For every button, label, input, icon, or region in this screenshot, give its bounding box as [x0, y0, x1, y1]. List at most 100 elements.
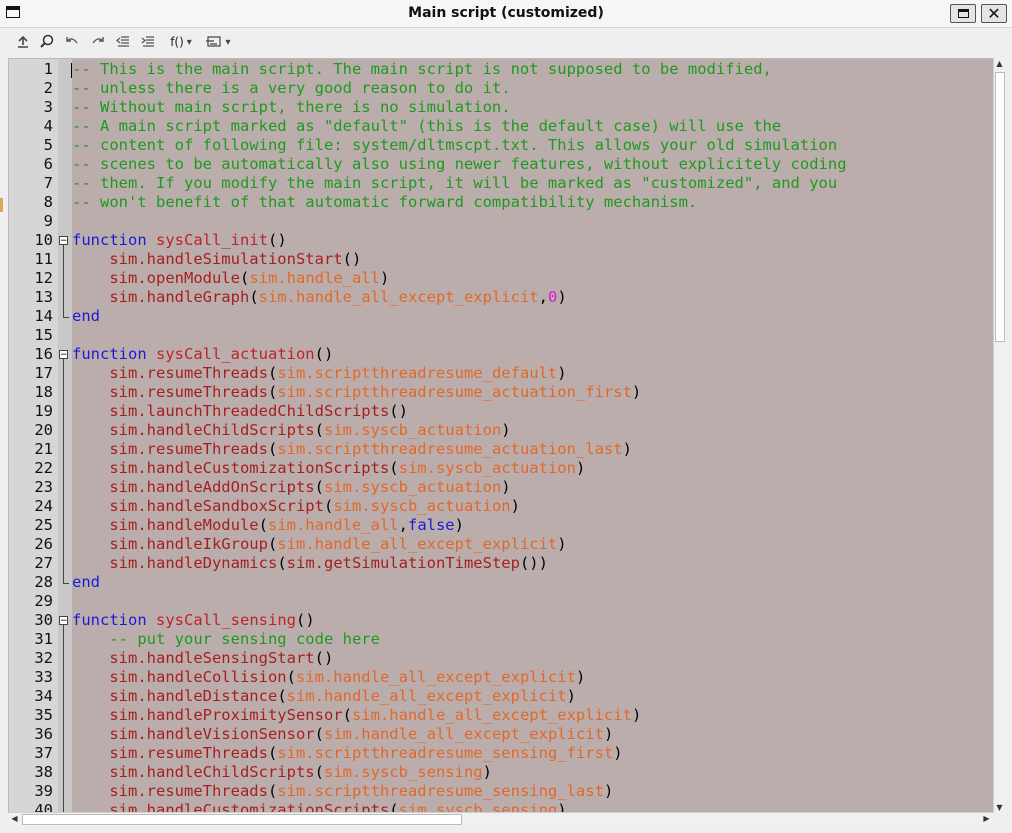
- code-line[interactable]: 32 sim.handleSensingStart(): [9, 649, 994, 668]
- code-line[interactable]: 6 -- scenes to be automatically also usin…: [9, 155, 994, 174]
- code-text: end: [72, 573, 100, 591]
- horizontal-scrollbar[interactable]: ◀ ▶: [8, 812, 993, 826]
- code-line[interactable]: 22 sim.handleCustomizationScripts(sim.sy…: [9, 459, 994, 478]
- code-line[interactable]: 7 -- them. If you modify the main script,…: [9, 174, 994, 193]
- code-line[interactable]: 19 sim.launchThreadedChildScripts(): [9, 402, 994, 421]
- code-line[interactable]: 33 sim.handleCollision(sim.handle_all_ex…: [9, 668, 994, 687]
- code-text: -- content of following file: system/dlt…: [72, 136, 838, 154]
- line-number: 27: [34, 554, 53, 572]
- line-number: 25: [34, 516, 53, 534]
- function-list-button[interactable]: f() ▾: [164, 33, 198, 51]
- vertical-scroll-thumb[interactable]: [995, 72, 1005, 342]
- editor-toolbar: f() ▾ ▾: [0, 28, 1012, 56]
- fold-toggle-icon[interactable]: −: [59, 616, 68, 626]
- line-number: 39: [34, 782, 53, 800]
- code-line[interactable]: 27 sim.handleDynamics(sim.getSimulationT…: [9, 554, 994, 573]
- scroll-down-icon[interactable]: ▼: [994, 803, 1005, 812]
- code-line[interactable]: 31 -- put your sensing code here: [9, 630, 994, 649]
- code-text: sim.resumeThreads(sim.scriptthreadresume…: [109, 383, 642, 401]
- line-number: 28: [34, 573, 53, 591]
- function-list-icon: f(): [170, 35, 184, 49]
- code-line[interactable]: 37 sim.resumeThreads(sim.scriptthreadres…: [9, 744, 994, 763]
- code-line[interactable]: 14 end: [9, 307, 994, 326]
- code-line[interactable]: 5 -- content of following file: system/dl…: [9, 136, 994, 155]
- code-line[interactable]: 28 end: [9, 573, 994, 592]
- code-line[interactable]: 35 sim.handleProximitySensor(sim.handle_…: [9, 706, 994, 725]
- code-line[interactable]: 15: [9, 326, 994, 345]
- code-line[interactable]: 8 -- won't benefit of that automatic forw…: [9, 193, 994, 212]
- search-button[interactable]: [38, 33, 56, 51]
- code-line[interactable]: 13 sim.handleGraph(sim.handle_all_except…: [9, 288, 994, 307]
- snippet-button[interactable]: ▾: [201, 33, 235, 51]
- scroll-up-icon[interactable]: ▲: [994, 59, 1005, 68]
- code-line[interactable]: 10 function sysCall_init(): [9, 231, 994, 250]
- code-line[interactable]: 34 sim.handleDistance(sim.handle_all_exc…: [9, 687, 994, 706]
- line-number: 4: [43, 117, 53, 135]
- code-text: sim.handleAddOnScripts(sim.syscb_actuati…: [109, 478, 511, 496]
- line-number: 14: [34, 307, 53, 325]
- line-number: 13: [34, 288, 53, 306]
- code-line[interactable]: 38 sim.handleChildScripts(sim.syscb_sens…: [9, 763, 994, 782]
- code-line[interactable]: 36 sim.handleVisionSensor(sim.handle_all…: [9, 725, 994, 744]
- code-line[interactable]: 24 sim.handleSandboxScript(sim.syscb_act…: [9, 497, 994, 516]
- code-text: -- A main script marked as "default" (th…: [72, 117, 782, 135]
- code-line[interactable]: 9: [9, 212, 994, 231]
- vertical-scrollbar[interactable]: ▲ ▼: [993, 58, 1006, 813]
- line-number: 35: [34, 706, 53, 724]
- code-text: sim.handleIkGroup(sim.handle_all_except_…: [109, 535, 567, 553]
- undo-button[interactable]: [63, 33, 81, 51]
- line-number: 20: [34, 421, 53, 439]
- line-number: 38: [34, 763, 53, 781]
- line-number: 3: [43, 98, 53, 116]
- code-line[interactable]: 18 sim.resumeThreads(sim.scriptthreadres…: [9, 383, 994, 402]
- fold-end: [63, 317, 69, 318]
- fold-toggle-icon[interactable]: −: [59, 350, 68, 360]
- code-line[interactable]: 12 sim.openModule(sim.handle_all): [9, 269, 994, 288]
- line-number: 11: [34, 250, 53, 268]
- code-text: sim.handleChildScripts(sim.syscb_sensing…: [109, 763, 492, 781]
- chevron-down-icon: ▾: [186, 36, 192, 48]
- horizontal-scroll-thumb[interactable]: [22, 814, 462, 825]
- fold-toggle-icon[interactable]: −: [59, 236, 68, 246]
- code-line[interactable]: 20 sim.handleChildScripts(sim.syscb_actu…: [9, 421, 994, 440]
- line-number: 31: [34, 630, 53, 648]
- code-line[interactable]: 23 sim.handleAddOnScripts(sim.syscb_actu…: [9, 478, 994, 497]
- code-text: sim.handleChildScripts(sim.syscb_actuati…: [109, 421, 511, 439]
- code-text: sim.resumeThreads(sim.scriptthreadresume…: [109, 744, 623, 762]
- code-line[interactable]: 16 function sysCall_actuation(): [9, 345, 994, 364]
- code-line[interactable]: 25 sim.handleModule(sim.handle_all,false…: [9, 516, 994, 535]
- change-marker: [0, 198, 3, 212]
- code-text: sim.handleModule(sim.handle_all,false): [109, 516, 464, 534]
- maximize-button[interactable]: [950, 4, 976, 23]
- code-line[interactable]: 21 sim.resumeThreads(sim.scriptthreadres…: [9, 440, 994, 459]
- code-line[interactable]: 29: [9, 592, 994, 611]
- code-editor[interactable]: 1 -- This is the main script. The main sc…: [8, 58, 1006, 813]
- code-text: sim.handleGraph(sim.handle_all_except_ex…: [109, 288, 567, 306]
- line-number: 17: [34, 364, 53, 382]
- outdent-button[interactable]: [114, 33, 132, 51]
- maximize-icon: [957, 9, 969, 18]
- code-text: -- This is the main script. The main scr…: [72, 60, 772, 78]
- upload-button[interactable]: [14, 33, 32, 51]
- code-line[interactable]: 30 function sysCall_sensing(): [9, 611, 994, 630]
- title-bar: Main script (customized) ✕: [0, 0, 1012, 28]
- code-line[interactable]: 39 sim.resumeThreads(sim.scriptthreadres…: [9, 782, 994, 801]
- scroll-left-icon[interactable]: ◀: [9, 814, 20, 823]
- fold-guide: [63, 245, 64, 317]
- code-line[interactable]: 2 -- unless there is a very good reason t…: [9, 79, 994, 98]
- redo-button[interactable]: [89, 33, 107, 51]
- code-line[interactable]: 26 sim.handleIkGroup(sim.handle_all_exce…: [9, 535, 994, 554]
- code-text: function sysCall_sensing(): [72, 611, 315, 629]
- code-line[interactable]: 3 -- Without main script, there is no sim…: [9, 98, 994, 117]
- line-number: 22: [34, 459, 53, 477]
- code-line[interactable]: 1 -- This is the main script. The main sc…: [9, 60, 994, 79]
- scroll-right-icon[interactable]: ▶: [981, 814, 992, 823]
- code-line[interactable]: 4 -- A main script marked as "default" (t…: [9, 117, 994, 136]
- close-button[interactable]: ✕: [981, 4, 1007, 23]
- code-text: sim.handleCollision(sim.handle_all_excep…: [109, 668, 586, 686]
- code-text: -- put your sensing code here: [109, 630, 380, 648]
- code-line[interactable]: 11 sim.handleSimulationStart(): [9, 250, 994, 269]
- line-number: 1: [43, 60, 53, 78]
- indent-button[interactable]: [139, 33, 157, 51]
- code-line[interactable]: 17 sim.resumeThreads(sim.scriptthreadres…: [9, 364, 994, 383]
